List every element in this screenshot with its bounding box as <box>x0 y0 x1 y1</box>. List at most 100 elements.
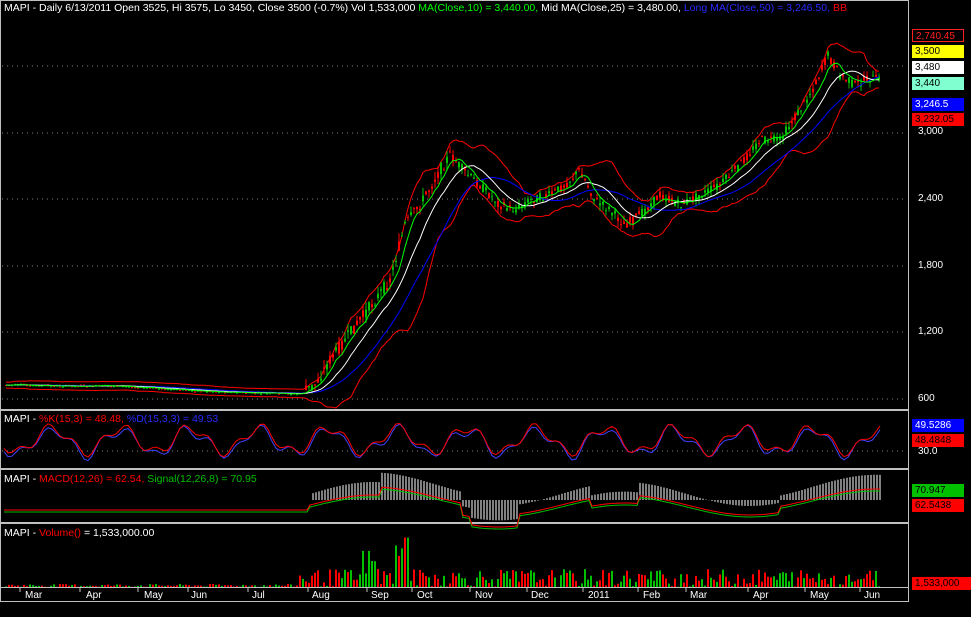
volume-bar <box>554 577 556 587</box>
time-axis-frame <box>0 587 909 602</box>
volume-bar <box>572 573 574 587</box>
volume-bar <box>674 578 676 587</box>
candle-body <box>329 356 331 364</box>
volume-bar <box>275 584 277 587</box>
volume-bar <box>467 585 469 587</box>
volume-bar <box>71 585 73 587</box>
volume-bar <box>830 577 832 587</box>
volume-bar <box>377 568 379 587</box>
candle-body <box>326 363 328 370</box>
volume-bar <box>566 572 568 587</box>
time-label: Apr <box>753 590 769 601</box>
volume-bar <box>809 578 811 587</box>
candle-body <box>851 79 853 88</box>
candle-body <box>413 207 415 209</box>
volume-bar <box>548 575 550 587</box>
candle-body <box>707 188 709 193</box>
volume-bar <box>521 571 523 587</box>
volume-bar <box>818 573 820 587</box>
volume-bar <box>176 585 178 587</box>
candle-body <box>410 212 412 216</box>
volume-bar <box>380 584 382 587</box>
volume-bar <box>563 569 565 587</box>
candle-body <box>548 191 550 194</box>
volume-bar <box>413 569 415 587</box>
volume-bar <box>311 575 313 587</box>
stoch-k-line <box>3 423 881 458</box>
volume-bar <box>533 572 535 587</box>
time-label: Dec <box>531 590 549 601</box>
volume-bar <box>179 584 181 587</box>
volume-bar <box>224 585 226 587</box>
volume-bar <box>29 584 31 587</box>
candle-body <box>338 342 340 354</box>
chart-canvas[interactable] <box>0 0 971 617</box>
volume-bar <box>398 555 400 587</box>
candle-body <box>449 151 451 153</box>
candle-body <box>773 135 775 142</box>
time-label: Jul <box>252 590 265 601</box>
ma-long-label: Long MA(Close,50) = 3,246.50, <box>683 2 833 14</box>
volume-bar <box>302 578 304 587</box>
volume-bar <box>170 585 172 587</box>
volume-bar <box>866 574 868 587</box>
volume-label: Volume() <box>39 527 84 539</box>
volume-bar <box>227 585 229 587</box>
candle-body <box>704 190 706 193</box>
candle-body <box>356 320 358 325</box>
volume-bar <box>341 578 343 587</box>
volume-bar <box>623 575 625 587</box>
volume-bar <box>158 585 160 587</box>
volume-bar <box>776 579 778 587</box>
volume-bar <box>110 585 112 587</box>
candle-body <box>821 64 823 70</box>
candle-body <box>827 51 829 56</box>
volume-bar <box>86 586 88 587</box>
volume-bar <box>746 583 748 587</box>
volume-bar <box>59 584 61 587</box>
volume-bar <box>314 572 316 587</box>
macd-tag: 62.5438 <box>912 499 964 512</box>
volume-bar <box>758 569 760 587</box>
volume-bar <box>503 573 505 587</box>
volume-bar <box>317 570 319 587</box>
volume-bar <box>356 579 358 587</box>
volume-bar <box>821 579 823 587</box>
volume-bar <box>731 585 733 587</box>
volume-bar <box>296 585 298 587</box>
candle-body <box>815 79 817 85</box>
volume-bar <box>584 569 586 587</box>
candle-body <box>353 325 355 334</box>
volume-bar <box>488 583 490 587</box>
volume-bar <box>551 570 553 587</box>
volume-bar <box>860 579 862 587</box>
volume-bar <box>782 572 784 587</box>
volume-bar <box>104 585 106 587</box>
macd-header-prefix: MAPI - <box>4 473 40 485</box>
volume-bar <box>791 572 793 587</box>
volume-bar <box>671 586 673 587</box>
volume-bar <box>308 582 310 587</box>
candle-body <box>593 198 595 201</box>
candle-body <box>488 193 490 198</box>
candle-body <box>653 196 655 205</box>
volume-bar <box>650 571 652 587</box>
volume-bar <box>332 586 334 587</box>
time-label: Jun <box>191 590 208 601</box>
candle-body <box>455 161 457 163</box>
candle-body <box>809 93 811 95</box>
volume-bar <box>710 577 712 587</box>
stoch-d-label: %D(15,3,3) = 49.53 <box>126 413 219 425</box>
volume-bar <box>41 585 43 587</box>
bb-upper-line <box>6 42 880 390</box>
stoch-k-label: %K(15,3) = 48.48, <box>39 413 127 425</box>
volume-bar <box>602 570 604 587</box>
ma-short-label: MA(Close,10) = 3,440.00, <box>418 2 542 14</box>
volume-bar <box>689 586 691 587</box>
candle-body <box>725 174 727 179</box>
time-label: May <box>144 590 163 601</box>
volume-bar <box>644 575 646 587</box>
volume-bar <box>716 581 718 587</box>
volume-bar <box>431 586 433 587</box>
time-label: Oct <box>417 590 433 601</box>
